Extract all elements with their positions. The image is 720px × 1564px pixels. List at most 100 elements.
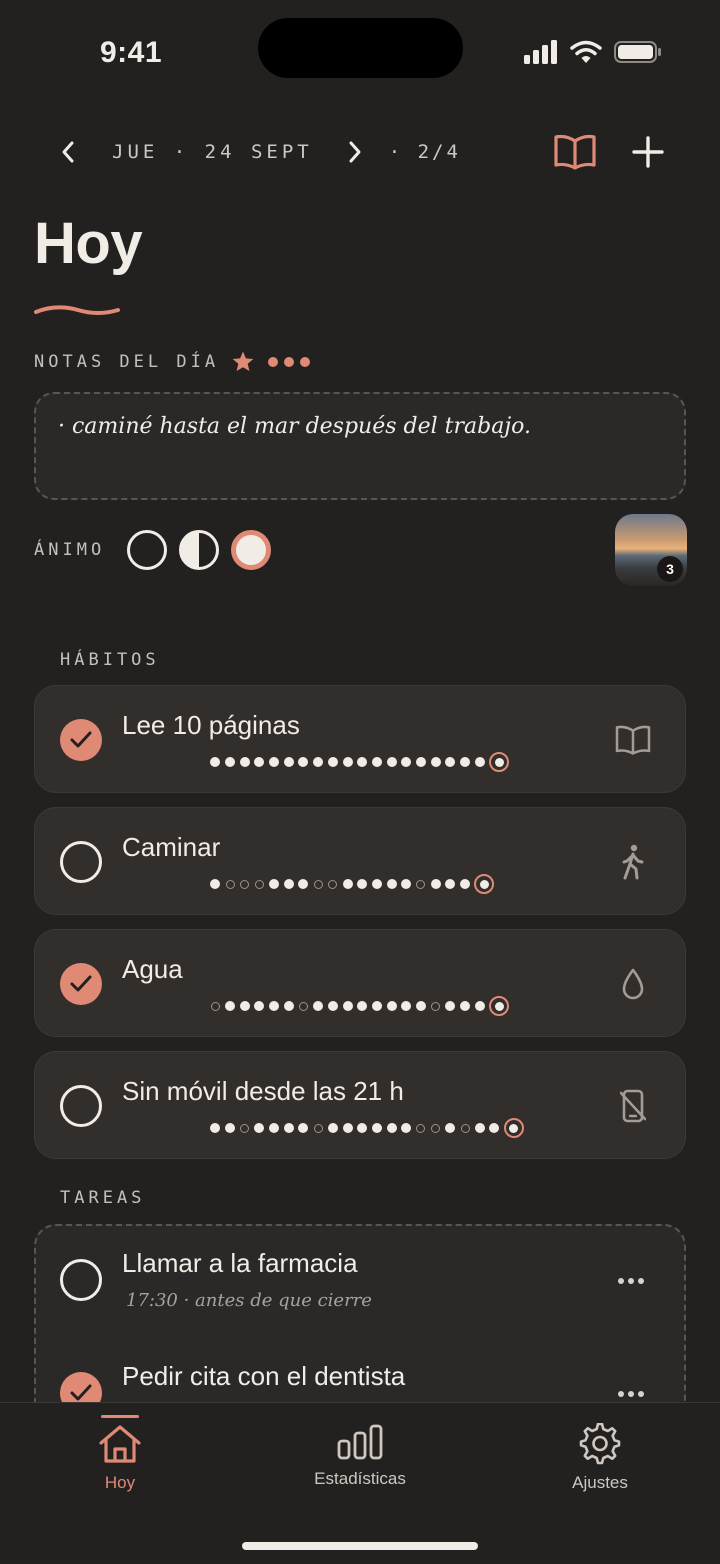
history-dot-done [268, 756, 281, 769]
history-dot-done [473, 756, 486, 769]
habit-card[interactable]: Agua [34, 929, 686, 1037]
history-dot-missed [415, 1122, 428, 1135]
history-dot-done [400, 1122, 413, 1135]
habit-name: Agua [122, 954, 183, 984]
notes-text: · caminé hasta el mar después del trabaj… [58, 414, 531, 439]
habit-history [209, 752, 510, 772]
task-title: Pedir cita con el dentista [122, 1361, 406, 1391]
history-dot-done [356, 878, 369, 891]
tab-hoy[interactable]: Hoy [40, 1423, 200, 1503]
history-dot-done [473, 1122, 486, 1135]
history-dot-missed [238, 1122, 251, 1135]
star-icon[interactable] [231, 350, 255, 374]
history-dot-done [356, 756, 369, 769]
history-dot-done [444, 1000, 457, 1013]
habit-history [209, 1118, 524, 1138]
habit-checkbox[interactable] [60, 841, 102, 883]
previous-day-button[interactable] [56, 140, 80, 164]
history-dot-done [488, 1122, 501, 1135]
task-more-button[interactable] [618, 1389, 644, 1399]
habit-checkbox[interactable] [60, 719, 102, 761]
history-dot-done [341, 1122, 354, 1135]
habit-name: Caminar [122, 832, 221, 862]
dynamic-island [258, 18, 463, 78]
history-dot-missed [327, 878, 340, 891]
history-dot-done [282, 1122, 295, 1135]
history-dot-missed [415, 878, 428, 891]
history-dot-done [356, 1122, 369, 1135]
drop-icon [615, 966, 651, 1002]
history-dot-done [385, 1122, 398, 1135]
history-dot-done [282, 878, 295, 891]
tab-estadisticas[interactable]: Estadísticas [280, 1423, 440, 1503]
history-dot-done [429, 878, 442, 891]
home-icon [99, 1425, 141, 1463]
habit-history [209, 996, 510, 1016]
history-dot-done [327, 1122, 340, 1135]
next-day-button[interactable] [343, 140, 367, 164]
history-dot-done [268, 878, 281, 891]
habit-card[interactable]: Sin móvil desde las 21 h [34, 1051, 686, 1159]
mood-option-half[interactable] [179, 530, 220, 570]
habit-checkbox[interactable] [60, 963, 102, 1005]
habit-history [209, 874, 495, 894]
signal-icon [524, 40, 557, 64]
checkmark-icon [70, 975, 92, 992]
history-dot-done [209, 756, 222, 769]
status-bar: 9:41 [0, 0, 720, 110]
history-dot-missed [238, 878, 251, 891]
tab-label: Hoy [104, 1473, 136, 1492]
task-item[interactable]: Llamar a la farmacia 17:30 · antes de qu… [36, 1226, 684, 1326]
history-dot-done [312, 756, 325, 769]
history-dot-done [327, 1000, 340, 1013]
habit-name: Sin móvil desde las 21 h [122, 1076, 404, 1106]
history-dot-missed [224, 878, 237, 891]
history-dot-done [371, 878, 384, 891]
page-indicator: · 2/4 [388, 141, 461, 163]
history-dot-missed [429, 1122, 442, 1135]
history-dot-done [253, 1122, 266, 1135]
more-dots-icon[interactable] [267, 356, 311, 368]
home-indicator [242, 1542, 478, 1550]
history-dot-done [238, 756, 251, 769]
history-dot-done [356, 1000, 369, 1013]
mood-option-empty[interactable] [127, 530, 168, 570]
history-dot-done [444, 1122, 457, 1135]
history-dot-missed [209, 1000, 222, 1013]
history-dot-done [444, 756, 457, 769]
habit-checkbox[interactable] [60, 1085, 102, 1127]
wifi-icon [570, 40, 602, 63]
tab-bar: Hoy Estadísticas Ajustes [0, 1402, 720, 1564]
add-button[interactable] [632, 136, 664, 168]
journal-book-button[interactable] [554, 133, 596, 171]
history-dot-done [444, 878, 457, 891]
habit-card[interactable]: Caminar [34, 807, 686, 915]
task-checkbox[interactable] [60, 1259, 102, 1301]
photo-thumbnail[interactable]: 3 [615, 514, 687, 586]
no-phone-icon [615, 1088, 651, 1124]
status-icons [524, 40, 662, 64]
history-dot-done [459, 878, 472, 891]
history-dot-done [312, 1000, 325, 1013]
task-more-button[interactable] [618, 1276, 644, 1286]
notes-input[interactable]: · caminé hasta el mar después del trabaj… [34, 392, 686, 500]
history-dot-done [341, 756, 354, 769]
history-dot-today [489, 996, 510, 1016]
current-date: JUE · 24 SEPT [112, 141, 313, 163]
tab-ajustes[interactable]: Ajustes [520, 1423, 680, 1503]
history-dot-missed [312, 1122, 325, 1135]
history-dot-done [371, 1000, 384, 1013]
habit-card[interactable]: Lee 10 páginas [34, 685, 686, 793]
history-dot-done [415, 1000, 428, 1013]
history-dot-done [209, 1122, 222, 1135]
mood-label: ÁNIMO [34, 540, 106, 560]
history-dot-missed [459, 1122, 472, 1135]
history-dot-done [297, 756, 310, 769]
title-underline-decoration [34, 305, 120, 315]
mood-option-full[interactable] [231, 530, 272, 570]
history-dot-done [473, 1000, 486, 1013]
checkmark-icon [70, 1384, 92, 1401]
tasks-label: TAREAS [60, 1188, 146, 1208]
history-dot-done [385, 1000, 398, 1013]
history-dot-missed [312, 878, 325, 891]
